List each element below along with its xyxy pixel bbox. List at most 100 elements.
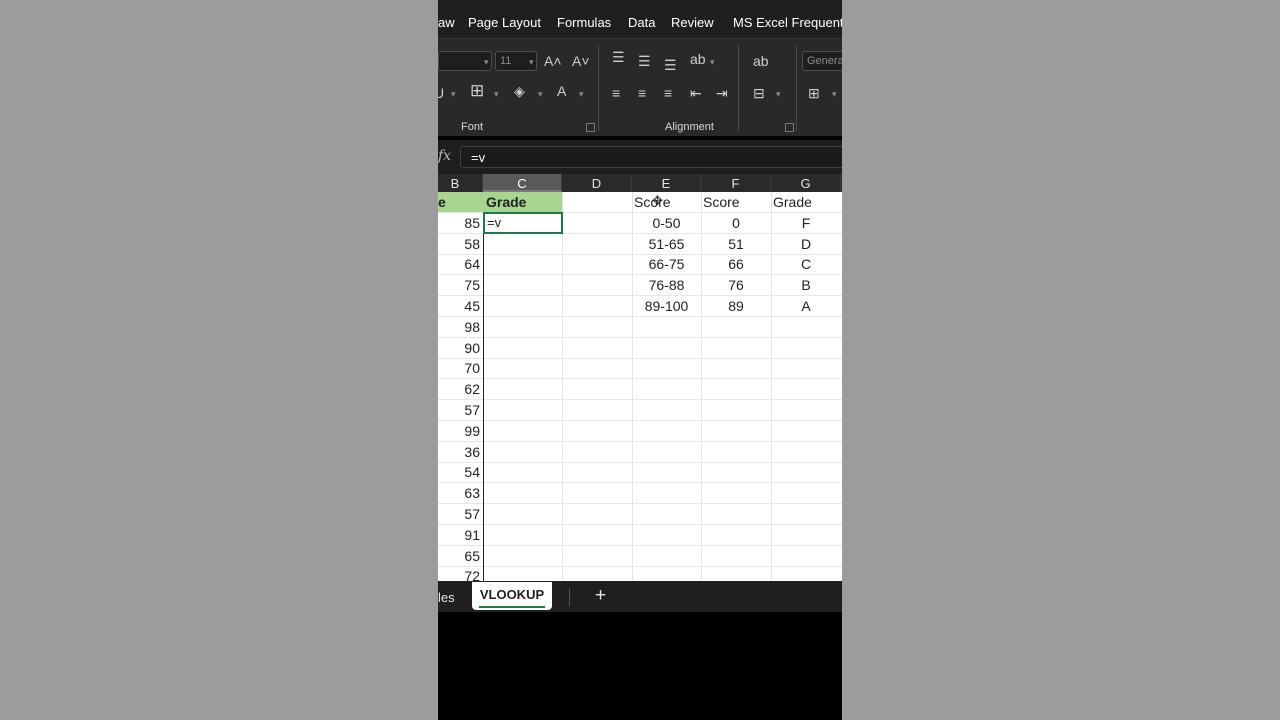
number-format-box[interactable]: Genera xyxy=(802,51,842,71)
column-header-d[interactable]: D xyxy=(562,174,632,192)
fill-color-icon[interactable]: ◈ xyxy=(514,83,525,99)
chevron-down-icon[interactable]: ▾ xyxy=(776,89,781,100)
score-cell[interactable]: 70 xyxy=(438,358,483,379)
orientation-icon[interactable]: ab xyxy=(690,51,706,67)
min-score-cell[interactable]: 76 xyxy=(701,275,771,296)
range-cell[interactable]: 89-100 xyxy=(632,296,701,317)
alignment-group-label: Alignment xyxy=(665,121,714,133)
column-header-c[interactable]: C xyxy=(483,174,562,192)
grade-cell[interactable]: F xyxy=(771,213,841,234)
score-cell[interactable]: 90 xyxy=(438,338,483,359)
score-cell[interactable]: 63 xyxy=(438,483,483,504)
excel-window: aw Page Layout Formulas Data Review MS E… xyxy=(438,0,842,720)
header-cell-grade-lookup[interactable]: Grade xyxy=(773,192,841,213)
group-separator xyxy=(598,45,599,131)
increase-font-icon[interactable]: A˄ xyxy=(544,53,562,69)
min-score-cell[interactable]: 0 xyxy=(701,213,771,234)
header-cell-score[interactable]: Score xyxy=(703,192,771,213)
column-header-b[interactable]: B xyxy=(438,174,483,192)
score-cell[interactable]: 65 xyxy=(438,546,483,567)
header-row: e Grade Score Score Grade xyxy=(438,192,842,213)
tab-review[interactable]: Review xyxy=(671,15,714,30)
table-row: 36 xyxy=(438,442,842,463)
tab-formulas[interactable]: Formulas xyxy=(557,15,611,30)
chevron-down-icon[interactable]: ▾ xyxy=(710,57,715,68)
grade-cell[interactable]: A xyxy=(771,296,841,317)
tab-data[interactable]: Data xyxy=(628,15,655,30)
worksheet-grid[interactable]: e Grade Score Score Grade 85 0-50 0 F 58 51-6… xyxy=(438,192,842,581)
wrap-text-icon[interactable]: ab xyxy=(753,53,769,69)
score-cell[interactable]: 57 xyxy=(438,400,483,421)
add-sheet-button[interactable]: + xyxy=(595,585,606,607)
align-center-icon[interactable]: ≡ xyxy=(638,85,646,101)
decrease-font-icon[interactable]: A˅ xyxy=(572,53,590,69)
tab-ms-excel-frequent[interactable]: MS Excel Frequent xyxy=(733,15,842,30)
score-cell[interactable]: 64 xyxy=(438,254,483,275)
chevron-down-icon[interactable]: ▾ xyxy=(494,89,499,100)
column-header-e[interactable]: E xyxy=(632,174,701,192)
dialog-launcher-icon[interactable] xyxy=(785,123,794,132)
active-cell-c2[interactable]: =v xyxy=(483,212,563,234)
formula-bar: fx =v xyxy=(438,140,842,174)
formula-input[interactable]: =v xyxy=(460,146,842,168)
score-cell[interactable]: 85 xyxy=(438,213,483,234)
borders-icon[interactable]: ⊞ xyxy=(470,82,484,99)
range-cell[interactable]: 51-65 xyxy=(632,234,701,255)
function-icon[interactable]: fx xyxy=(438,148,451,164)
grade-cell[interactable]: C xyxy=(771,254,841,275)
min-score-cell[interactable]: 51 xyxy=(701,234,771,255)
left-background xyxy=(0,0,438,720)
chevron-down-icon[interactable]: ▾ xyxy=(451,89,456,100)
min-score-cell[interactable]: 89 xyxy=(701,296,771,317)
sheet-tab-vlookup[interactable]: VLOOKUP xyxy=(472,582,552,610)
score-cell[interactable]: 58 xyxy=(438,234,483,255)
align-left-icon[interactable]: ≡ xyxy=(612,85,620,101)
number-format-icon[interactable]: ⊞ xyxy=(808,85,820,101)
increase-indent-icon[interactable]: ⇥ xyxy=(716,85,728,101)
header-cell-b[interactable]: e xyxy=(438,192,448,213)
align-middle-icon[interactable]: ☰ xyxy=(638,53,651,69)
chevron-down-icon[interactable]: ▾ xyxy=(579,89,584,100)
decrease-indent-icon[interactable]: ⇤ xyxy=(690,85,702,101)
tab-page-layout[interactable]: Page Layout xyxy=(468,15,541,30)
table-row: 57 xyxy=(438,504,842,525)
grade-cell[interactable]: D xyxy=(771,234,841,255)
header-cell-score-range[interactable]: Score xyxy=(634,192,701,213)
column-header-g[interactable]: G xyxy=(771,174,841,192)
tab-draw[interactable]: aw xyxy=(438,15,455,30)
range-cell[interactable]: 66-75 xyxy=(632,254,701,275)
score-cell[interactable]: 75 xyxy=(438,275,483,296)
chevron-down-icon[interactable]: ▾ xyxy=(484,57,489,68)
align-right-icon[interactable]: ≡ xyxy=(664,85,672,101)
score-cell[interactable]: 91 xyxy=(438,525,483,546)
table-row: 57 xyxy=(438,400,842,421)
score-cell[interactable]: 57 xyxy=(438,504,483,525)
dialog-launcher-icon[interactable] xyxy=(586,123,595,132)
table-row: 99 xyxy=(438,421,842,442)
range-cell[interactable]: 76-88 xyxy=(632,275,701,296)
score-cell[interactable]: 72 xyxy=(438,566,483,581)
range-cell[interactable]: 0-50 xyxy=(632,213,701,234)
font-color-icon[interactable]: A xyxy=(557,83,566,99)
chevron-down-icon[interactable]: ▾ xyxy=(832,89,837,100)
sheet-tab-previous[interactable]: les xyxy=(438,590,455,605)
score-cell[interactable]: 54 xyxy=(438,462,483,483)
header-cell-grade[interactable]: Grade xyxy=(486,192,562,213)
sheet-tab-vlookup-label: VLOOKUP xyxy=(479,587,545,602)
chevron-down-icon[interactable]: ▾ xyxy=(538,89,543,100)
group-separator xyxy=(738,45,739,131)
score-cell[interactable]: 99 xyxy=(438,421,483,442)
min-score-cell[interactable]: 66 xyxy=(701,254,771,275)
score-cell[interactable]: 62 xyxy=(438,379,483,400)
score-cell[interactable]: 98 xyxy=(438,317,483,338)
underline-icon[interactable]: U xyxy=(438,85,444,101)
merge-center-icon[interactable]: ⊟ xyxy=(753,85,765,101)
align-bottom-icon[interactable]: ☰ xyxy=(664,57,677,73)
score-cell[interactable]: 36 xyxy=(438,442,483,463)
score-cell[interactable]: 45 xyxy=(438,296,483,317)
column-header-f[interactable]: F xyxy=(701,174,771,192)
table-row: 65 xyxy=(438,546,842,567)
grade-cell[interactable]: B xyxy=(771,275,841,296)
chevron-down-icon[interactable]: ▾ xyxy=(529,57,534,68)
align-top-icon[interactable]: ☰ xyxy=(612,49,625,65)
